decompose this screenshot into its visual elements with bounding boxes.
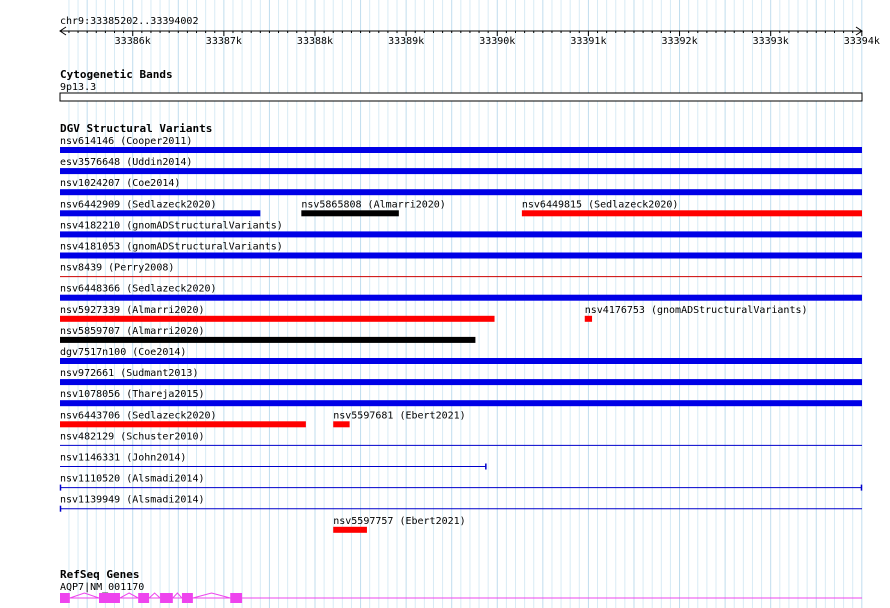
sv-label: nsv4176753 (gnomADStructuralVariants) [585,305,808,316]
cytoband-label: 9p13.3 [60,82,96,93]
sv-bar[interactable] [60,189,862,196]
sv-feature[interactable]: nsv6442909 (Sedlazeck2020) [60,199,261,217]
sv-label: nsv5927339 (Almarri2020) [60,305,205,316]
ruler-tick-label: 33394k [844,36,880,47]
sv-bar[interactable] [60,252,862,259]
sv-label: nsv482129 (Schuster2010) [60,431,205,442]
cytoband-bar[interactable] [59,92,863,102]
sv-label: nsv4182210 (gnomADStructuralVariants) [60,220,283,231]
sv-label: nsv972661 (Sudmant2013) [60,368,198,379]
sv-label: nsv8439 (Perry2008) [60,263,174,274]
ruler-tick-label: 33393k [753,36,789,47]
refseq-track-title: RefSeq Genes [60,568,139,581]
sv-bar[interactable] [60,400,862,407]
gene-intron-hat [69,592,100,599]
sv-bar[interactable] [60,294,862,301]
sv-feature[interactable]: nsv5597757 (Ebert2021) [333,516,466,533]
cytoband-track-title: Cytogenetic Bands [60,68,173,81]
gene-exon[interactable] [99,593,120,603]
sv-feature[interactable]: nsv1146331 (John2014) [60,453,487,470]
gene-exon[interactable] [160,593,173,603]
sv-bar[interactable] [584,315,593,322]
sv-bar[interactable] [60,210,261,217]
sv-bar[interactable] [333,421,350,428]
sv-bar[interactable] [60,421,306,428]
ruler-tick-label: 33390k [479,36,515,47]
sv-bar[interactable] [60,315,495,322]
sv-label: nsv5597681 (Ebert2021) [333,410,465,421]
ruler-tick-label: 33386k [115,36,151,47]
sv-feature[interactable]: nsv4176753 (gnomADStructuralVariants) [584,305,808,322]
sv-label: nsv614146 (Cooper2011) [60,136,192,147]
ruler-tick-label: 33387k [206,36,242,47]
sv-bar[interactable] [60,358,862,364]
sv-bar[interactable] [60,147,862,153]
sv-label: nsv1146331 (John2014) [60,453,186,464]
sv-label: nsv1024207 (Coe2014) [60,178,180,189]
sv-label: nsv1139949 (Alsmadi2014) [60,495,205,506]
sv-bar[interactable] [60,168,862,175]
sv-bar[interactable] [301,210,399,217]
gene-exon[interactable] [230,593,243,603]
sv-feature[interactable]: nsv5859707 (Almarri2020) [60,326,476,343]
sv-label: nsv1078056 (Thareja2015) [60,389,205,400]
dgv-track-title: DGV Structural Variants [60,122,212,135]
ruler-tick-label: 33392k [661,36,697,47]
sv-label: esv3576648 (Uddin2014) [60,157,192,168]
sv-bar[interactable] [333,526,367,533]
sv-label: nsv6442909 (Sedlazeck2020) [60,199,217,210]
sv-bar[interactable] [60,379,862,386]
gene-intron-hat [172,592,183,599]
ruler-ticks: 33386k 33387k 33388k 33389k 33390k 33391k 3339… [68,31,880,47]
gene-exon[interactable] [138,593,150,603]
ruler-tick-label: 33388k [297,36,333,47]
gene-intron-hat [192,592,231,599]
ruler-tick-label: 33391k [570,36,606,47]
sv-feature[interactable]: nsv5927339 (Almarri2020) [60,305,495,322]
sv-label: nsv6449815 (Sedlazeck2020) [522,199,679,210]
sv-label: nsv5597757 (Ebert2021) [333,516,465,527]
sv-bar[interactable] [521,210,862,217]
sv-bar[interactable] [60,231,862,238]
sv-label: nsv6448366 (Sedlazeck2020) [60,284,217,295]
gene-exon[interactable] [181,593,193,603]
sv-feature[interactable]: nsv6449815 (Sedlazeck2020) [521,199,862,217]
gene-exon[interactable] [60,593,70,603]
sv-label: nsv1110520 (Alsmadi2014) [60,474,205,485]
genome-browser-view[interactable]: chr9:33385202..33394002 33386k 33387k 3338… [0,0,890,608]
ruler-position: chr9:33385202..33394002 [60,16,198,27]
sv-label: nsv4181053 (gnomADStructuralVariants) [60,242,283,253]
sv-label: nsv5865808 (Almarri2020) [301,199,446,210]
gene-label: AQP7|NM_001170 [60,582,144,593]
sv-feature[interactable]: nsv5597681 (Ebert2021) [333,410,466,428]
sv-label: nsv5859707 (Almarri2020) [60,326,205,337]
ruler-tick-label: 33389k [388,36,424,47]
gene-intron-hat [119,592,139,599]
sv-label: nsv6443706 (Sedlazeck2020) [60,410,217,421]
sv-label: dgv7517n100 (Coe2014) [60,347,186,358]
sv-bar[interactable] [60,336,476,343]
